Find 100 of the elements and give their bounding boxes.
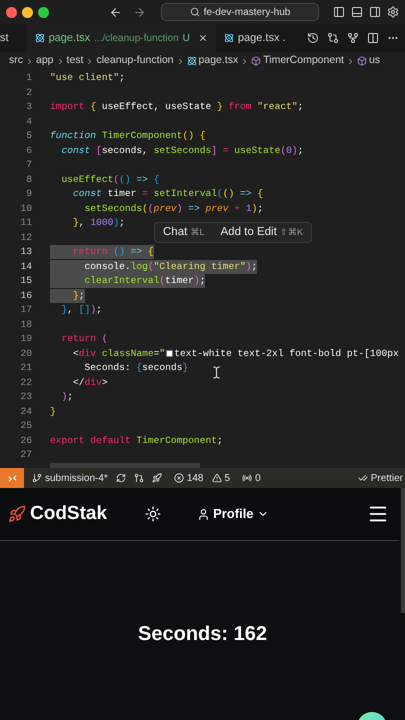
code-text: }, 1000); (72, 216, 125, 230)
line-number: 5 (25, 129, 32, 144)
cube-icon (251, 56, 262, 66)
code-text: </div> (72, 376, 108, 390)
page-scrollbar[interactable] (401, 488, 405, 613)
line-number: 3 (25, 100, 32, 114)
history-icon[interactable] (307, 32, 319, 44)
line-number: 26 (19, 434, 32, 448)
settings-icon[interactable] (387, 6, 399, 18)
react-file-icon (224, 33, 234, 43)
code-text: return ( (60, 332, 108, 346)
line-number: 19 (19, 332, 32, 346)
code-text: function TimerComponent() { (50, 129, 206, 144)
line-number: 22 (19, 376, 32, 390)
line-number: 11 (19, 216, 32, 230)
line-number: 27 (19, 448, 32, 462)
warning-count[interactable]: 5 (224, 470, 230, 486)
line-number: 24 (19, 404, 32, 419)
seconds-counter: Seconds: 162 (138, 622, 267, 647)
line-number: 23 (19, 390, 32, 404)
code-text: useEffect(() => { (60, 172, 160, 187)
code-text: text-white text-2xl font-bold pt-[100px (174, 346, 399, 361)
line-number: 2 (25, 86, 32, 100)
profile-menu[interactable]: Profile (197, 504, 269, 524)
warning-icon (212, 473, 222, 483)
line-number: 10 (19, 202, 32, 216)
panel-bottom-icon[interactable] (351, 6, 363, 18)
code-text: "use client"; (50, 71, 125, 86)
panel-left-icon[interactable] (333, 6, 345, 18)
search-text: fe-dev-mastery-hub (204, 6, 290, 20)
chevron-right-icon (25, 56, 34, 66)
line-number: 8 (25, 172, 32, 187)
branch-icon (32, 473, 42, 483)
formatter-status[interactable]: Prettier (370, 470, 405, 486)
command-search-field[interactable]: fe-dev-mastery-hub (161, 3, 319, 21)
react-file-icon (34, 33, 45, 43)
breadcrumb-item[interactable]: page.tsx (198, 53, 238, 69)
code-text: }; (50, 288, 85, 303)
line-number: 4 (25, 114, 32, 129)
code-text: const timer = setInterval(() => { (72, 187, 264, 202)
theme-toggle-icon[interactable] (145, 506, 162, 522)
code-text: export default TimerComponent; (50, 434, 223, 448)
code-text: clearInterval(timer); (50, 274, 206, 288)
code-text: console.log("Clearing timer"); (50, 260, 258, 274)
code-text: Seconds: {seconds} (84, 361, 188, 376)
line-number: 1 (25, 71, 32, 86)
popup-action[interactable]: Add to Edit ⇧⌘K (220, 224, 303, 242)
code-text: import { useEffect, useState } from "react"; (50, 100, 304, 114)
breadcrumb-item[interactable]: test (66, 53, 84, 69)
compare-changes-icon[interactable] (327, 32, 339, 44)
popup-action[interactable]: Chat ⌘L (163, 224, 205, 242)
forward-arrow-icon[interactable] (133, 6, 146, 18)
user-icon (197, 508, 210, 520)
back-arrow-icon[interactable] (109, 6, 122, 18)
editor-tab[interactable]: page.tsx .../cleanup-function U (26, 24, 216, 52)
source-control-icon[interactable] (347, 32, 359, 44)
code-text: } (50, 404, 56, 419)
brand-name[interactable]: CodStak (30, 500, 108, 528)
line-number: 17 (19, 303, 32, 318)
line-number: 9 (25, 187, 32, 202)
sync-icon[interactable] (116, 473, 126, 483)
panel-right-icon[interactable] (369, 6, 381, 18)
horizontal-scrollbar[interactable] (50, 463, 200, 468)
rocket-logo-icon (8, 505, 26, 523)
breadcrumb-item[interactable]: app (36, 53, 54, 69)
split-editor-icon[interactable] (367, 32, 379, 44)
breadcrumb-item[interactable]: us (368, 53, 380, 69)
ports-count[interactable]: 0 (255, 470, 261, 486)
minimize-window-button[interactable] (22, 6, 33, 18)
code-text: setSeconds((prev) => prev + 1); (84, 202, 264, 216)
line-number: 21 (19, 361, 32, 376)
breadcrumb-item[interactable]: src (9, 53, 23, 69)
line-number: 14 (19, 260, 32, 274)
rocket-icon[interactable] (152, 473, 162, 483)
remote-icon (8, 474, 16, 482)
code-text: }, []); (60, 303, 102, 318)
line-number: 12 (19, 230, 32, 245)
pull-request-icon[interactable] (134, 473, 144, 483)
line-number: 7 (25, 158, 32, 172)
line-number: 16 (19, 288, 32, 303)
search-icon (190, 7, 200, 17)
line-number: 20 (19, 346, 32, 361)
cube-icon (356, 56, 367, 66)
code-text: <div className=" (72, 346, 166, 361)
error-count[interactable]: 148 (186, 470, 204, 486)
code-text: const [seconds, setSeconds] = useState(0); (60, 144, 304, 158)
line-number: 18 (19, 318, 32, 332)
code-text: ); (60, 390, 74, 404)
line-number: 25 (19, 419, 32, 434)
breadcrumb-item[interactable]: TimerComponent (263, 53, 344, 69)
close-window-button[interactable] (6, 6, 17, 18)
line-number: 6 (25, 144, 32, 158)
maximize-window-button[interactable] (38, 6, 49, 18)
branch-name[interactable]: submission-4* (45, 470, 108, 486)
error-icon (174, 473, 184, 483)
breadcrumb-item[interactable]: cleanup-function (96, 53, 174, 69)
line-number: 13 (19, 245, 32, 260)
double-check-icon (358, 473, 368, 483)
close-tab-icon[interactable] (198, 33, 208, 43)
react-file-icon (186, 56, 197, 66)
